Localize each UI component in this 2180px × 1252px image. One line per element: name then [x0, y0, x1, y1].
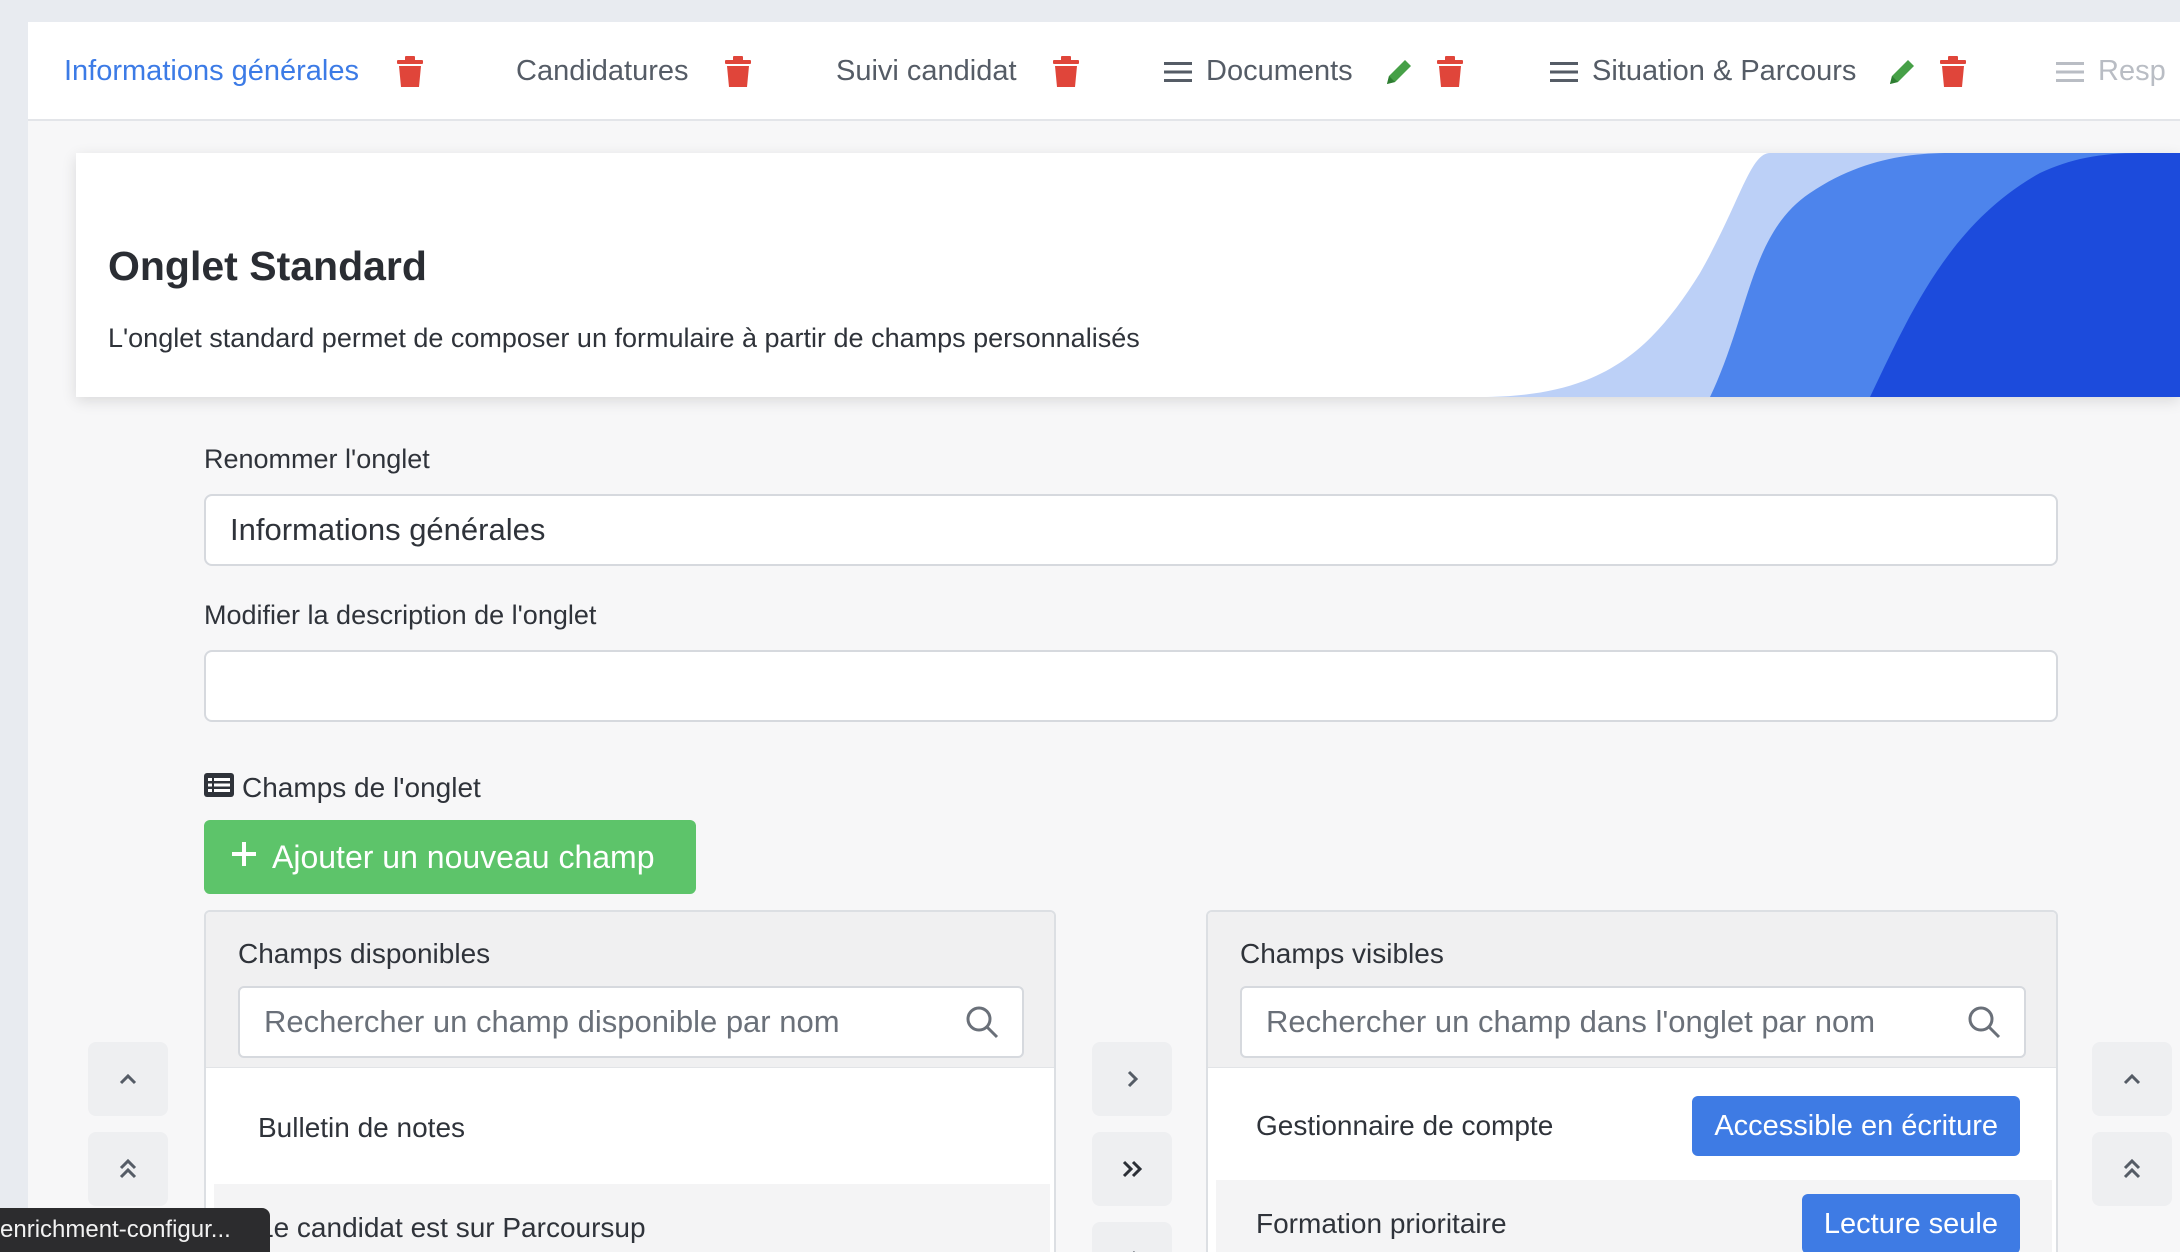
tab-label: Situation & Parcours [1592, 55, 1857, 87]
panel-header: Champs visibles [1208, 912, 2056, 1068]
rename-input[interactable] [204, 494, 2058, 566]
chevron-up-icon [2123, 1073, 2141, 1085]
list-item-label: Le candidat est sur Parcoursup [258, 1212, 646, 1243]
tab-situation-parcours[interactable]: Situation & Parcours [1550, 22, 1968, 119]
tab-label: Informations générales [64, 55, 359, 87]
status-url-tooltip: enrichment-configur... [0, 1208, 270, 1252]
tab-label: Candidatures [516, 55, 689, 87]
move-left-button[interactable] [1092, 1222, 1172, 1252]
move-top-button[interactable] [88, 1132, 168, 1206]
trash-icon[interactable] [1938, 55, 1968, 88]
description-label: Modifier la description de l'onglet [204, 600, 597, 630]
tab-bar: Informations générales Candidatures Suiv… [28, 22, 2180, 121]
list-item[interactable]: Formation prioritaire Lecture seule [1216, 1180, 2052, 1252]
available-title: Champs disponibles [238, 938, 491, 969]
search-icon [1968, 1006, 2001, 1039]
list-item[interactable]: Bulletin de notes [214, 1084, 1050, 1172]
visible-fields-panel: Champs visibles Gestionnaire de compte A… [1206, 910, 2058, 1252]
list-icon [204, 772, 234, 804]
move-top-button[interactable] [2092, 1132, 2172, 1206]
add-field-label: Ajouter un nouveau champ [272, 838, 655, 875]
chevron-right-icon [1127, 1070, 1139, 1088]
move-right-button[interactable] [1092, 1042, 1172, 1116]
access-badge-write[interactable]: Accessible en écriture [1692, 1096, 2020, 1156]
plus-icon [230, 839, 258, 876]
list-item-label: Bulletin de notes [258, 1112, 466, 1143]
rename-label: Renommer l'onglet [204, 444, 430, 474]
tab-label: Documents [1206, 55, 1353, 87]
chevron-left-icon [1132, 1250, 1135, 1252]
tab-documents[interactable]: Documents [1164, 22, 1465, 119]
trash-icon[interactable] [723, 55, 753, 88]
double-chevron-right-icon [1122, 1160, 1143, 1178]
visible-title: Champs visibles [1240, 938, 1444, 969]
page-title: Onglet Standard [108, 243, 427, 289]
pencil-icon[interactable] [1886, 56, 1918, 88]
double-chevron-up-icon [119, 1158, 137, 1179]
tab-informations-generales[interactable]: Informations générales [64, 22, 425, 119]
add-field-button[interactable]: Ajouter un nouveau champ [204, 820, 696, 894]
list-item[interactable]: Gestionnaire de compte Accessible en écr… [1216, 1082, 2052, 1170]
list-item[interactable]: Le candidat est sur Parcoursup [214, 1184, 1050, 1252]
access-badge-readonly[interactable]: Lecture seule [1801, 1194, 2020, 1252]
tab-suivi-candidat[interactable]: Suivi candidat [836, 22, 1081, 119]
available-fields-panel: Champs disponibles Bulletin de notes Le … [204, 910, 1056, 1252]
description-input[interactable] [204, 650, 2058, 722]
drag-handle-icon[interactable] [2056, 60, 2084, 84]
chevron-up-icon [119, 1073, 137, 1085]
tab-candidatures[interactable]: Candidatures [516, 22, 753, 119]
page-description: L'onglet standard permet de composer un … [108, 323, 1140, 353]
app-frame: Informations générales Candidatures Suiv… [28, 22, 2180, 1252]
search-icon [966, 1006, 999, 1039]
available-search-input[interactable] [238, 986, 1024, 1058]
drag-handle-icon[interactable] [1550, 60, 1578, 84]
move-up-button[interactable] [2092, 1042, 2172, 1116]
move-all-right-button[interactable] [1092, 1132, 1172, 1206]
list-item-label: Gestionnaire de compte [1256, 1110, 1554, 1141]
drag-handle-icon[interactable] [1164, 60, 1192, 84]
decorative-waves [1480, 153, 2180, 397]
tab-label: Resp [2098, 55, 2166, 87]
visible-search-input[interactable] [1240, 986, 2026, 1058]
list-item-label: Formation prioritaire [1256, 1208, 1507, 1239]
move-up-button[interactable] [88, 1042, 168, 1116]
tab-type-header: Onglet Standard L'onglet standard permet… [76, 153, 2180, 397]
trash-icon[interactable] [1435, 55, 1465, 88]
fields-title-text: Champs de l'onglet [242, 772, 481, 803]
tab-resp[interactable]: Resp [2056, 22, 2166, 119]
fields-section-title: Champs de l'onglet [204, 772, 481, 804]
pencil-icon[interactable] [1383, 56, 1415, 88]
trash-icon[interactable] [1051, 55, 1081, 88]
tab-label: Suivi candidat [836, 55, 1017, 87]
panel-header: Champs disponibles [206, 912, 1054, 1068]
trash-icon[interactable] [395, 55, 425, 88]
double-chevron-up-icon [2123, 1158, 2141, 1179]
